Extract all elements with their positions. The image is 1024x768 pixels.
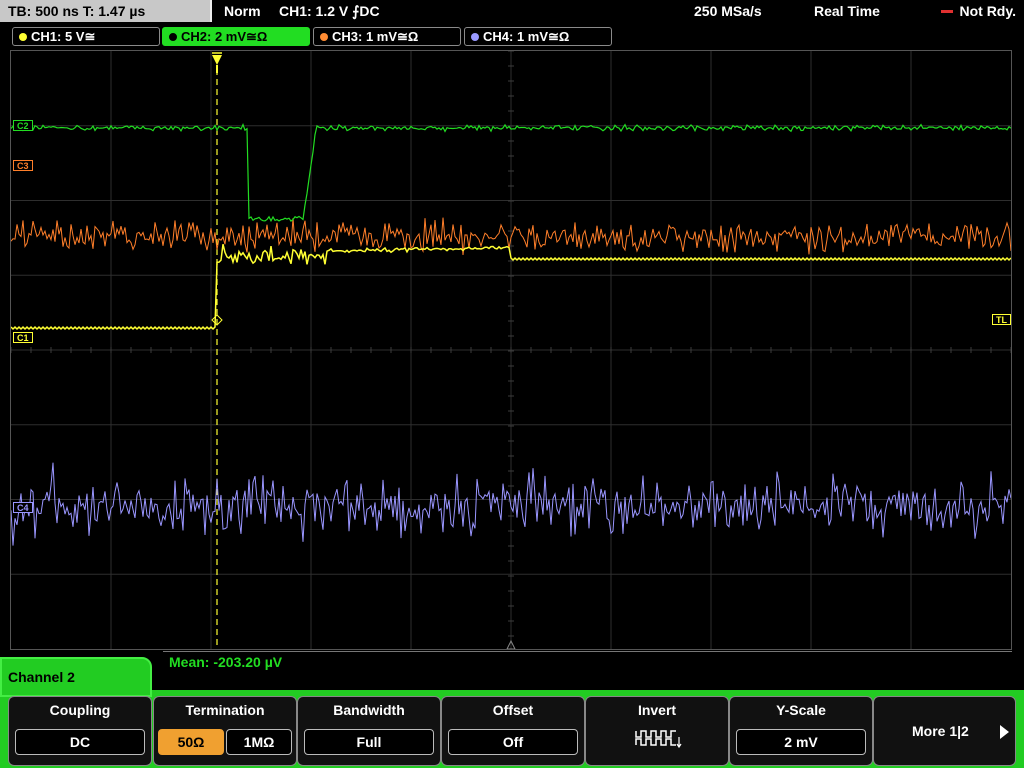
more-label: More 1|2 [912, 723, 969, 739]
sample-rate: 250 MSa/s [694, 3, 762, 19]
offset-title: Offset [492, 702, 534, 718]
ch2-color-dot [169, 33, 177, 41]
ch1-ground-marker[interactable]: C1 [13, 332, 33, 343]
tab-ch1[interactable]: CH1: 5 V≅ [12, 27, 160, 46]
tab-ch4-label: CH4: 1 mV≅Ω [483, 29, 570, 44]
termination-softkey[interactable]: Termination 50Ω 1MΩ [153, 696, 297, 766]
y-scale-title: Y-Scale [776, 702, 826, 718]
trigger-level-marker[interactable]: TL [992, 314, 1011, 325]
acquisition-mode[interactable]: Real Time [814, 0, 880, 22]
more-softkey[interactable]: More 1|2 [873, 696, 1016, 766]
ch3-ground-marker[interactable]: C3 [13, 160, 33, 171]
termination-title: Termination [185, 702, 265, 718]
bandwidth-value: Full [304, 729, 434, 755]
termination-50ohm-option[interactable]: 50Ω [158, 729, 224, 755]
tab-ch1-label: CH1: 5 V≅ [31, 29, 96, 44]
coupling-softkey[interactable]: Coupling DC [8, 696, 152, 766]
ch2-ground-marker[interactable]: C2 [13, 120, 33, 131]
y-scale-value: 2 mV [736, 729, 866, 755]
trigger-info[interactable]: CH1: 1.2 V ⨍DC [279, 0, 380, 22]
measurement-area [163, 651, 1012, 692]
offset-value: Off [448, 729, 578, 755]
mean-measurement[interactable]: Mean: -203.20 µV [169, 654, 282, 670]
next-page-arrow-icon [1000, 725, 1009, 739]
waveform-canvas [11, 51, 1011, 649]
termination-1mohm-option[interactable]: 1MΩ [226, 729, 292, 755]
ch4-color-dot [471, 33, 479, 41]
invert-waveform-icon [635, 730, 682, 749]
waveform-display[interactable]: C2 C3 C1 C4 TL [10, 50, 1012, 650]
acquisition-status: Not Rdy. [941, 0, 1016, 22]
bandwidth-softkey[interactable]: Bandwidth Full [297, 696, 441, 766]
tab-ch3[interactable]: CH3: 1 mV≅Ω [313, 27, 461, 46]
trigger-position-marker [212, 52, 222, 73]
tab-ch2-label: CH2: 2 mV≅Ω [181, 29, 268, 44]
invert-softkey[interactable]: Invert [585, 696, 729, 766]
offset-softkey[interactable]: Offset Off [441, 696, 585, 766]
ch4-ground-marker[interactable]: C4 [13, 502, 33, 513]
coupling-title: Coupling [49, 702, 111, 718]
invert-title: Invert [637, 702, 677, 718]
tab-ch4[interactable]: CH4: 1 mV≅Ω [464, 27, 612, 46]
trigger-mode[interactable]: Norm [224, 0, 261, 22]
channel-menu-title: Channel 2 [8, 669, 75, 685]
tab-ch2[interactable]: CH2: 2 mV≅Ω [162, 27, 310, 46]
y-scale-softkey[interactable]: Y-Scale 2 mV [729, 696, 873, 766]
coupling-value: DC [15, 729, 145, 755]
graticule-grid [11, 51, 1011, 649]
ch3-color-dot [320, 33, 328, 41]
ch1-color-dot [19, 33, 27, 41]
tab-ch3-label: CH3: 1 mV≅Ω [332, 29, 419, 44]
bandwidth-title: Bandwidth [333, 702, 405, 718]
timebase-readout[interactable]: TB: 500 ns T: 1.47 µs [0, 0, 212, 22]
